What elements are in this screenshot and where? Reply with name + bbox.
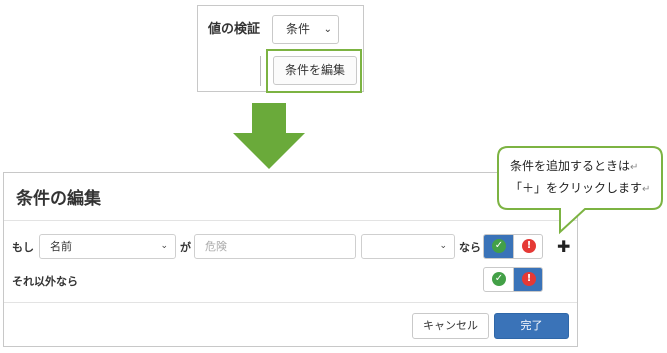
return-mark: ↵ [642, 184, 651, 195]
callout-bubble [497, 146, 663, 235]
callout-line-1: 条件を追加するときは↵ [510, 159, 639, 173]
callout-line-2: 「＋」をクリックします↵ [510, 181, 651, 195]
return-mark: ↵ [630, 162, 639, 173]
